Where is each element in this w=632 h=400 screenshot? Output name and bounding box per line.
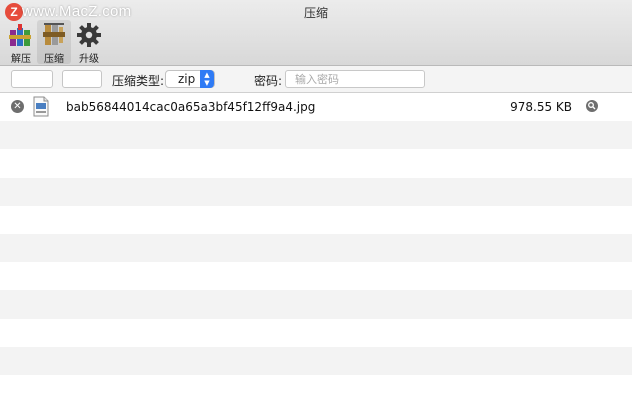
empty-row [0, 149, 632, 178]
option-field-2[interactable] [62, 70, 102, 88]
empty-row [0, 374, 632, 400]
empty-row [0, 233, 632, 263]
empty-row [0, 346, 632, 375]
options-bar: 压缩类型: zip ▲ ▼ 密码: [0, 66, 632, 93]
window-title: 压缩 [303, 6, 328, 20]
compress-icon [43, 23, 65, 45]
file-size: 978.55 KB [510, 100, 572, 114]
empty-row [0, 121, 632, 150]
file-list: ✕ bab56844014cac0a65a3bf45f12ff9a4.jpg 9… [0, 93, 632, 400]
chevron-updown-icon: ▲ ▼ [200, 70, 214, 88]
format-select[interactable]: zip ▲ ▼ [165, 70, 215, 88]
file-row[interactable]: ✕ bab56844014cac0a65a3bf45f12ff9a4.jpg 9… [0, 93, 632, 122]
toolbar-compress-button[interactable]: 压缩 [37, 20, 71, 65]
password-input[interactable] [285, 70, 425, 88]
window-toolbar: Z www.MacZ.com 压缩 解压 压缩 升级 [0, 0, 632, 66]
remove-file-icon[interactable]: ✕ [11, 100, 24, 113]
toolbar-upgrade-button[interactable]: 升级 [72, 20, 106, 65]
format-label: 压缩类型: [112, 74, 165, 88]
jpeg-file-icon [33, 96, 49, 117]
rar-books-icon [9, 24, 31, 46]
format-select-value: zip [178, 72, 196, 86]
toolbar-compress-label: 压缩 [44, 54, 64, 65]
empty-row [0, 318, 632, 347]
option-field-1[interactable] [11, 70, 53, 88]
file-name: bab56844014cac0a65a3bf45f12ff9a4.jpg [66, 100, 316, 114]
toolbar-extract-label: 解压 [11, 54, 31, 65]
empty-row [0, 177, 632, 206]
toolbar-upgrade-label: 升级 [79, 54, 99, 65]
empty-row [0, 290, 632, 319]
toolbar-extract-button[interactable]: 解压 [4, 20, 38, 65]
empty-row [0, 262, 632, 291]
empty-row [0, 205, 632, 234]
password-label: 密码: [254, 74, 283, 88]
preview-magnifier-icon[interactable] [586, 100, 598, 112]
gear-icon [77, 23, 101, 47]
